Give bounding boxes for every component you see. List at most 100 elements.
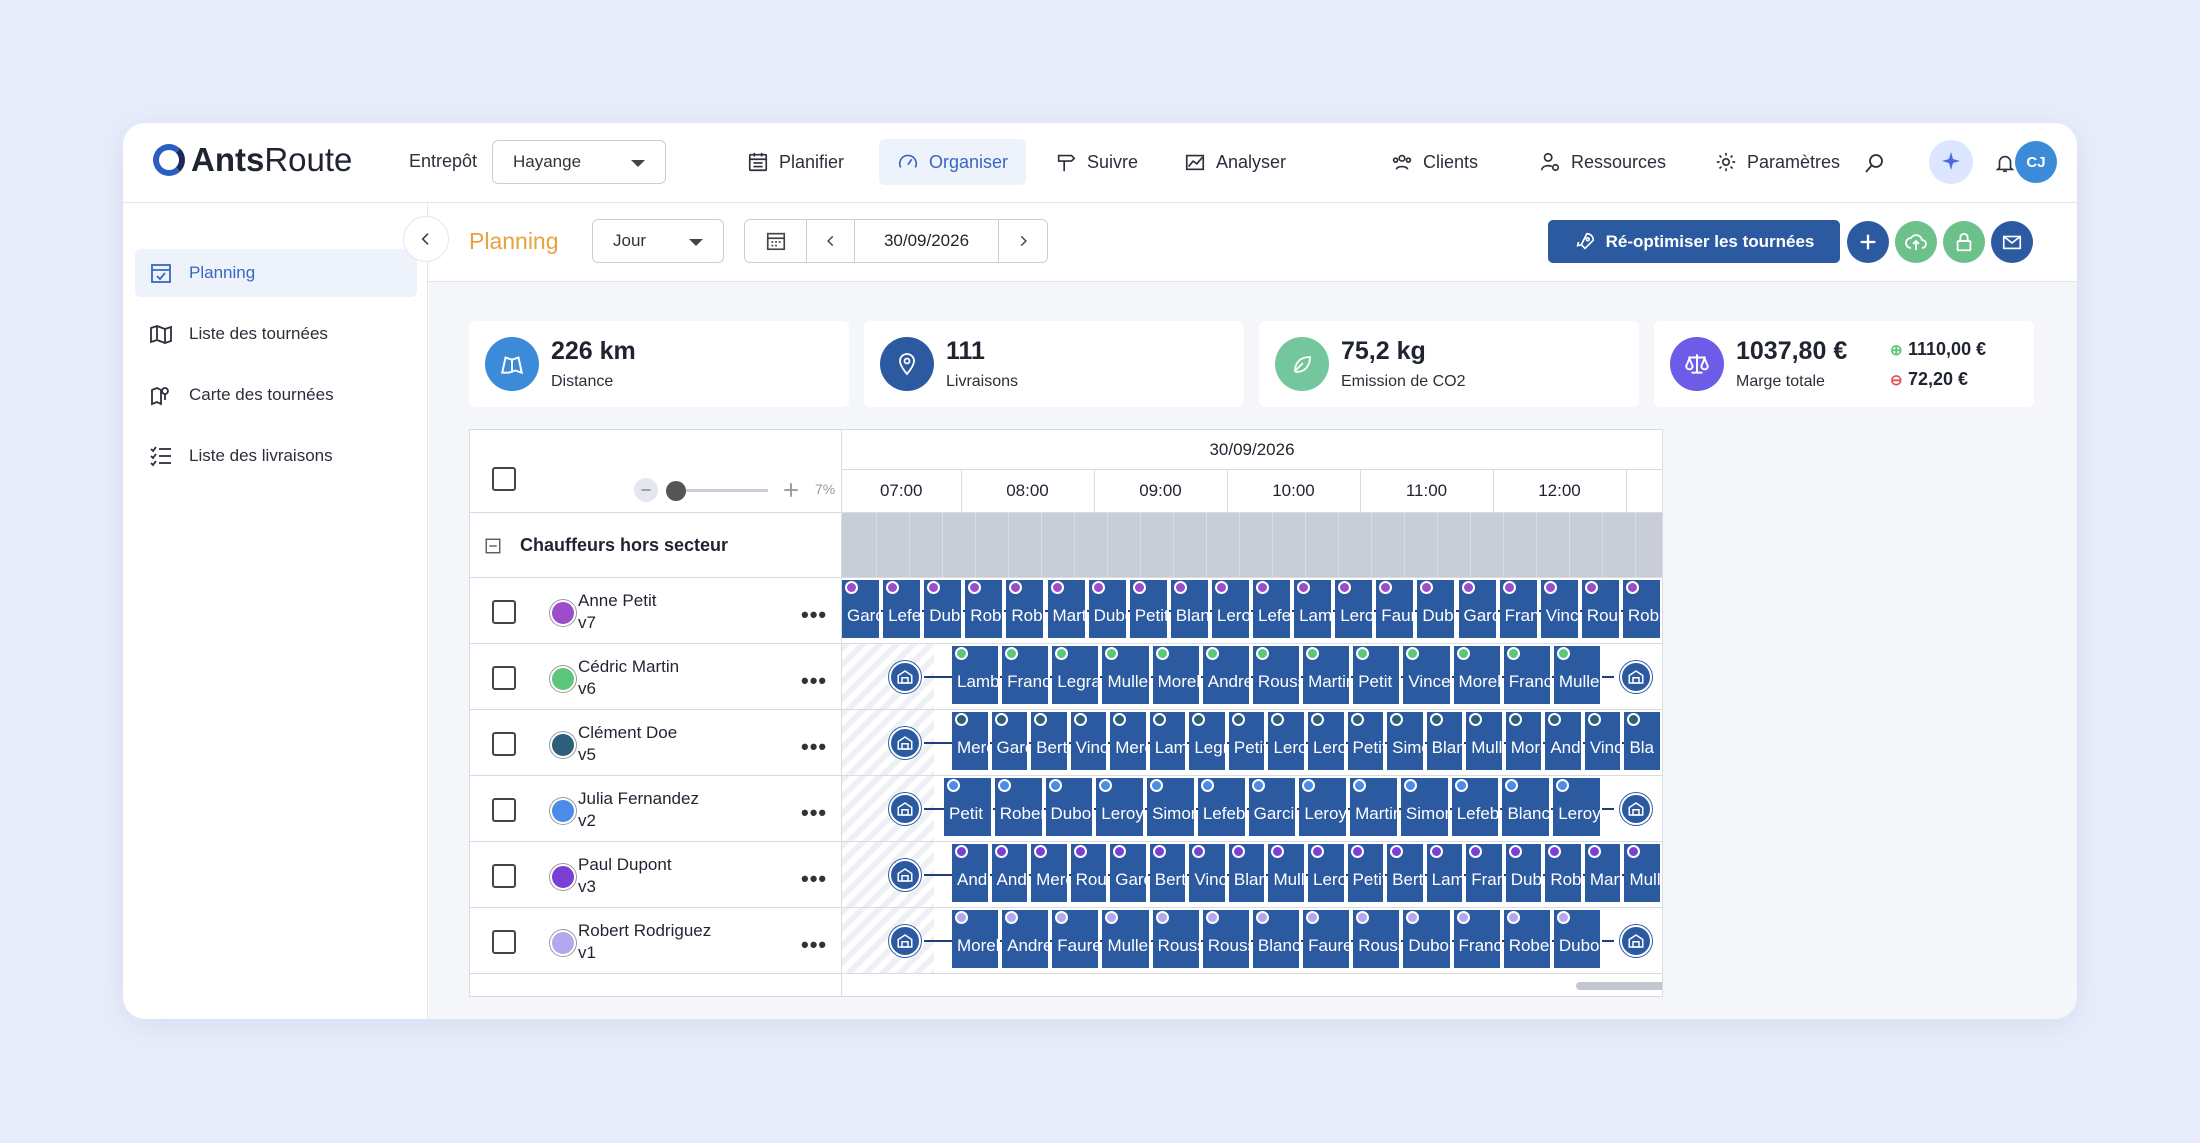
delivery-stop[interactable]: Robe — [1006, 580, 1046, 638]
delivery-stop[interactable]: Merci — [1031, 844, 1069, 902]
delivery-stop[interactable]: Franc — [1453, 910, 1502, 968]
sidebar-item-liste-tournees[interactable]: Liste des tournées — [135, 310, 417, 358]
delivery-stop[interactable]: Garcia — [991, 712, 1030, 770]
reoptimize-button[interactable]: Ré-optimiser les tournées — [1548, 220, 1840, 263]
delivery-stop[interactable]: Morel — [1152, 646, 1201, 704]
nav-suivre[interactable]: Suivre — [1037, 139, 1156, 185]
delivery-stop[interactable]: Blanc — [1426, 712, 1465, 770]
delivery-stop[interactable]: Franc — [1466, 844, 1504, 902]
delivery-stop[interactable]: Lamb — [1426, 844, 1465, 902]
delivery-stop[interactable]: Vince — [1584, 712, 1623, 770]
delivery-stop[interactable]: Morel — [1505, 712, 1544, 770]
delivery-stop[interactable]: Leroy — [1268, 712, 1306, 770]
depot-marker[interactable] — [1620, 925, 1652, 957]
delivery-stop[interactable]: Garcia — [1458, 580, 1498, 638]
collapse-square-icon[interactable] — [484, 537, 502, 555]
delivery-stop[interactable]: Dubo — [1045, 778, 1095, 836]
delivery-stop[interactable]: Vince — [1540, 580, 1580, 638]
driver-row[interactable]: Clément Doe v5 ••• — [470, 710, 841, 776]
delivery-stop[interactable]: Blanc — [1252, 910, 1302, 968]
delivery-stop[interactable]: Dubo — [1403, 910, 1452, 968]
driver-checkbox[interactable] — [492, 798, 516, 822]
depot-marker[interactable] — [1620, 793, 1652, 825]
add-button[interactable] — [1847, 221, 1889, 263]
delivery-stop[interactable]: Rober — [1545, 844, 1583, 902]
delivery-stop[interactable]: Mulle — [1102, 910, 1151, 968]
delivery-stop[interactable]: Lamb — [1149, 712, 1188, 770]
depot-marker[interactable] — [889, 859, 921, 891]
calendar-picker-button[interactable] — [745, 220, 807, 262]
delivery-stop[interactable]: Leroy — [1308, 844, 1346, 902]
delivery-stop[interactable]: Andre — [1545, 712, 1583, 770]
delivery-stop[interactable]: Andre — [952, 844, 990, 902]
delivery-stop[interactable]: Petit — [1228, 712, 1267, 770]
delivery-stop[interactable]: Garcia — [842, 580, 882, 638]
delivery-stop[interactable]: Legra — [1189, 712, 1227, 770]
delivery-stop[interactable]: Franc — [1002, 646, 1051, 704]
delivery-stop[interactable]: Legra — [1052, 646, 1101, 704]
next-day-button[interactable] — [999, 220, 1047, 262]
delivery-stop[interactable]: Merci — [952, 712, 990, 770]
driver-checkbox[interactable] — [492, 864, 516, 888]
delivery-stop[interactable]: Leroy — [1096, 778, 1146, 836]
delivery-stop[interactable]: Bertra — [1387, 844, 1425, 902]
delivery-stop[interactable]: Simon — [1400, 778, 1450, 836]
delivery-stop[interactable]: Andre — [991, 844, 1030, 902]
nav-clients[interactable]: Clients — [1373, 139, 1496, 185]
warehouse-select[interactable]: Hayange — [492, 140, 666, 184]
delivery-stop[interactable]: Vince — [1070, 712, 1109, 770]
zoom-out-button[interactable] — [634, 478, 658, 502]
delivery-stop[interactable]: Simon — [1147, 778, 1196, 836]
delivery-stop[interactable]: Martin — [1350, 778, 1399, 836]
delivery-stop[interactable]: Mulle — [1102, 646, 1151, 704]
delivery-stop[interactable]: Franc — [1503, 646, 1552, 704]
delivery-stop[interactable]: Rouss — [1252, 646, 1302, 704]
prev-day-button[interactable] — [807, 220, 855, 262]
nav-analyser[interactable]: Analyser — [1166, 139, 1304, 185]
delivery-stop[interactable]: Blanc — [1170, 580, 1210, 638]
delivery-stop[interactable]: Lamb — [1294, 580, 1334, 638]
delivery-stop[interactable]: Rober — [1503, 910, 1552, 968]
delivery-stop[interactable]: Franc — [1499, 580, 1539, 638]
delivery-stop[interactable]: Garcia — [1110, 844, 1148, 902]
more-options-icon[interactable]: ••• — [801, 668, 827, 694]
view-mode-select[interactable]: Jour — [592, 219, 724, 263]
delivery-stop[interactable]: Bertra — [1031, 712, 1069, 770]
zoom-in-button[interactable] — [779, 478, 803, 502]
delivery-stop[interactable]: Lefeb — [883, 580, 923, 638]
delivery-stop[interactable]: Morel — [952, 910, 1001, 968]
delivery-stop[interactable]: Merci — [1110, 712, 1148, 770]
nav-ressources[interactable]: Ressources — [1521, 139, 1684, 185]
section-header[interactable]: Chauffeurs hors secteur — [470, 512, 841, 578]
delivery-stop[interactable]: Dubo — [1505, 844, 1544, 902]
delivery-stop[interactable]: Andre — [1202, 646, 1251, 704]
delivery-stop[interactable]: Rouss — [1353, 910, 1402, 968]
delivery-stop[interactable]: Leroy — [1299, 778, 1349, 836]
zoom-slider-track[interactable] — [672, 489, 768, 492]
driver-checkbox[interactable] — [492, 732, 516, 756]
depot-marker[interactable] — [889, 925, 921, 957]
delivery-stop[interactable]: Blanc — [1502, 778, 1552, 836]
nav-planifier[interactable]: Planifier — [729, 139, 862, 185]
depot-marker[interactable] — [889, 793, 921, 825]
delivery-stop[interactable]: Mulle — [1553, 646, 1602, 704]
more-options-icon[interactable]: ••• — [801, 734, 827, 760]
delivery-stop[interactable]: Petit — [1353, 646, 1402, 704]
delivery-stop[interactable]: Bla — [1624, 712, 1662, 770]
more-options-icon[interactable]: ••• — [801, 932, 827, 958]
delivery-stop[interactable]: Mulle — [1268, 844, 1306, 902]
driver-row[interactable]: Anne Petit v7 ••• — [470, 578, 841, 644]
delivery-stop[interactable]: Bertra — [1149, 844, 1188, 902]
sidebar-item-liste-livraisons[interactable]: Liste des livraisons — [135, 432, 417, 480]
delivery-stop[interactable]: Mulle — [1466, 712, 1504, 770]
depot-marker[interactable] — [889, 661, 921, 693]
delivery-stop[interactable]: Faure — [1052, 910, 1101, 968]
depot-marker[interactable] — [889, 727, 921, 759]
app-logo[interactable]: AntsRoute — [153, 141, 352, 179]
depot-marker[interactable] — [1620, 661, 1652, 693]
delivery-stop[interactable]: Rouss — [1581, 580, 1621, 638]
delivery-stop[interactable]: Petit — [1347, 844, 1386, 902]
more-options-icon[interactable]: ••• — [801, 800, 827, 826]
delivery-stop[interactable]: Martin — [1047, 580, 1087, 638]
delivery-stop[interactable]: Blanc — [1228, 844, 1267, 902]
